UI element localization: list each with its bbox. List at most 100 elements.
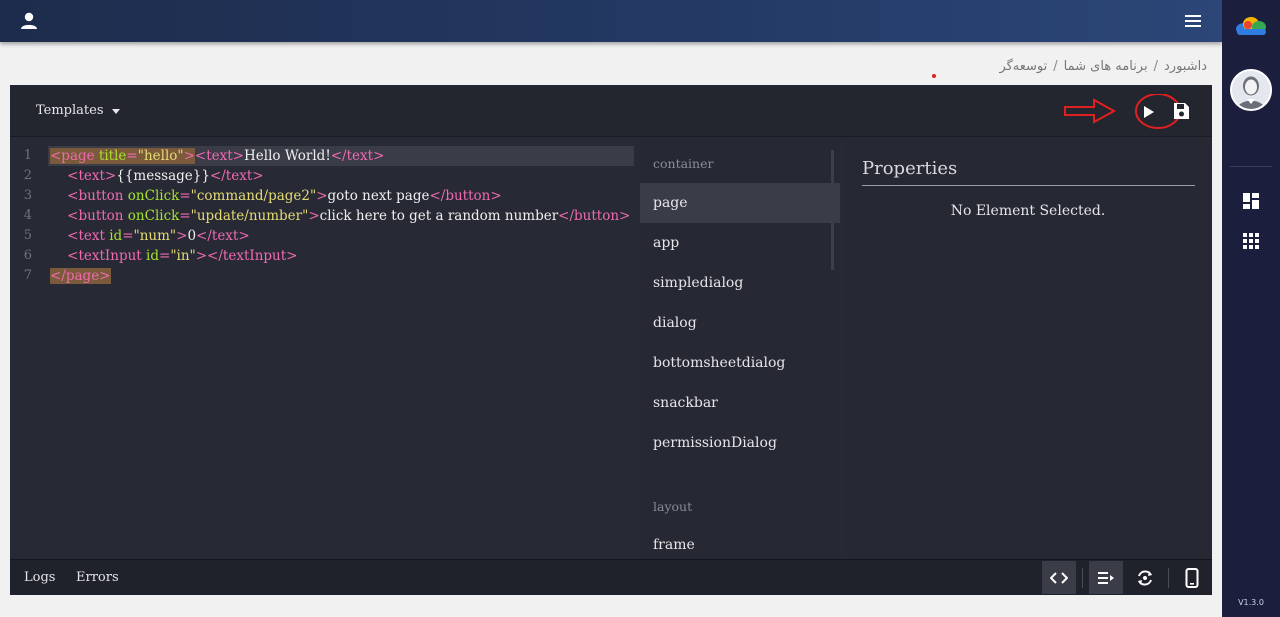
sidebar-divider [1230,166,1272,167]
code-token: "command/page2" [190,188,317,204]
code-line[interactable]: 6 <textInput id="in"></textInput> [10,246,640,266]
code-token: > [316,188,328,204]
code-token: click here to get a random number [319,208,559,224]
code-token: "num" [133,228,177,244]
code-line[interactable]: 3 <button onClick="command/page2">goto n… [10,186,640,206]
hamburger-menu-icon[interactable] [1184,13,1202,29]
line-number: 6 [23,248,32,263]
component-item-simpledialog[interactable]: simpledialog [640,263,840,303]
line-number: 4 [23,208,32,223]
mobile-preview-icon[interactable] [1175,561,1209,594]
category-layout-label: layout [653,499,693,514]
code-token: > [176,228,188,244]
breadcrumb-developer: توسعه‌گر [999,59,1048,74]
component-list-toggle-icon[interactable] [1089,561,1123,594]
code-token: <page [50,148,95,164]
annotation-dot [932,74,936,78]
code-token: 0 [187,228,197,244]
code-token: <text [67,228,105,244]
dashboard-icon[interactable] [1242,192,1260,210]
avatar[interactable] [1230,69,1272,111]
code-text: <page title="hello"><text>Hello World!</… [48,146,634,166]
code-token: id [141,248,159,264]
code-token: Hello World! [244,148,331,164]
code-text: <textInput id="in"></textInput> [48,246,634,266]
code-token: = [122,228,134,244]
code-line[interactable]: 1 <page title="hello"><text>Hello World!<… [10,146,640,166]
code-text: <text id="num">0</text> [48,226,634,246]
line-number: 2 [23,168,32,183]
code-token: </button> [558,208,631,224]
code-text: <text>{{message}}</text> [48,166,634,186]
code-token: {{message}} [116,168,210,184]
code-line[interactable]: 4 <button onClick="update/number">click … [10,206,640,226]
code-editor[interactable]: 1 <page title="hello"><text>Hello World!<… [10,138,640,559]
line-number: 1 [23,148,32,163]
code-token: "in" [170,248,196,264]
breadcrumb-dashboard[interactable]: داشبورد [1164,59,1207,74]
version-label: V1.3.0 [1238,598,1264,607]
app-logo[interactable] [1234,14,1268,38]
component-palette: container page app simpledialog dialog b… [640,138,840,559]
tab-logs[interactable]: Logs [24,570,55,585]
code-token: <button [67,188,124,204]
apps-grid-icon[interactable] [1242,232,1260,250]
chevron-down-icon [111,108,120,114]
code-token: id [104,228,123,244]
code-token: title [94,148,127,164]
component-item-dialog[interactable]: dialog [640,303,840,343]
breadcrumb-separator: / [1153,59,1158,74]
code-line[interactable]: 5 <text id="num">0</text> [10,226,640,246]
editor-toolbar: Templates [10,85,1212,137]
templates-label: Templates [36,103,104,118]
code-token: </page> [50,268,111,284]
run-play-icon[interactable] [1137,101,1159,123]
refresh-preview-icon[interactable] [1128,561,1162,594]
properties-divider [862,185,1195,186]
properties-title: Properties [862,158,958,179]
toolbar-separator [1082,568,1083,588]
code-token: </button> [429,188,502,204]
line-number: 5 [23,228,32,243]
code-text: <button onClick="update/number">click he… [48,206,634,226]
tab-errors[interactable]: Errors [76,570,119,585]
line-number: 7 [23,268,32,283]
editor-panel: Templates 1 <page title="hello"><text>Hel… [10,85,1212,595]
toolbar-separator [1168,568,1169,588]
top-bar [0,0,1222,42]
code-token: = [179,208,191,224]
component-item-page[interactable]: page [640,183,840,223]
code-token: = [126,148,138,164]
code-line[interactable]: 7 </page> [10,266,640,286]
bottom-bar: Logs Errors [10,559,1212,595]
component-item-permissiondialog[interactable]: permissionDialog [640,423,840,463]
breadcrumb-your-apps[interactable]: برنامه های شما [1064,59,1148,74]
right-sidebar: V1.3.0 [1222,0,1280,617]
code-token: <text> [194,148,244,164]
component-item-snackbar[interactable]: snackbar [640,383,840,423]
templates-dropdown[interactable]: Templates [36,103,120,118]
code-token: = [159,248,171,264]
code-token: > [183,148,195,164]
component-item-frame[interactable]: frame [640,525,840,559]
component-item-bottomsheetdialog[interactable]: bottomsheetdialog [640,343,840,383]
code-token: <textInput [67,248,142,264]
save-icon[interactable] [1171,101,1191,121]
code-view-icon[interactable] [1042,561,1076,594]
code-token: </text> [330,148,385,164]
code-token: goto next page [327,188,430,204]
code-token: <button [67,208,124,224]
code-token: = [179,188,191,204]
code-token: onClick [123,208,180,224]
component-item-app[interactable]: app [640,223,840,263]
code-line[interactable]: 2 <text>{{message}}</text> [10,166,640,186]
user-icon[interactable] [18,11,40,31]
properties-panel: Properties No Element Selected. [844,138,1212,559]
code-text: </page> [48,266,634,286]
breadcrumb: داشبورد / برنامه های شما / توسعه‌گر [999,59,1207,74]
code-token: </text> [196,228,250,244]
